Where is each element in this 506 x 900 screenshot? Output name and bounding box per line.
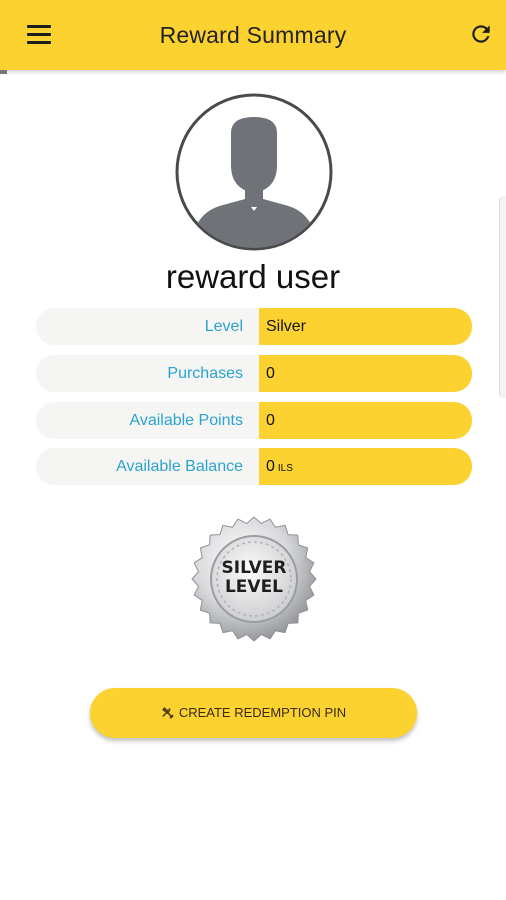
refresh-icon[interactable] (468, 21, 494, 47)
summary-row-level: Level Silver (36, 308, 472, 345)
summary-value: 0 (266, 365, 275, 382)
loading-indicator (0, 70, 7, 74)
summary-row-available-points: Available Points 0 (36, 402, 472, 439)
currency-unit: ILS (277, 463, 293, 474)
summary-label: Available Points (129, 412, 243, 429)
summary-value: 0 ILS (266, 458, 293, 475)
summary-label: Available Balance (116, 458, 243, 475)
tools-icon (161, 706, 174, 719)
summary-row-available-balance: Available Balance 0 ILS (36, 448, 472, 485)
badge-label: SILVER LEVEL (221, 558, 287, 597)
default-user-avatar-icon (175, 93, 333, 251)
summary-label: Level (204, 318, 243, 335)
app-bar: Reward Summary (0, 0, 506, 70)
create-redemption-pin-button[interactable]: CREATE REDEMPTION PIN (90, 688, 417, 738)
user-name: reward user (165, 258, 341, 295)
summary-value: Silver (266, 318, 307, 335)
summary-label: Purchases (167, 365, 243, 382)
summary-row-purchases: Purchases 0 (36, 355, 472, 392)
summary-value: 0 (266, 412, 275, 429)
page-title: Reward Summary (159, 22, 347, 48)
side-drawer-handle[interactable] (499, 196, 506, 398)
